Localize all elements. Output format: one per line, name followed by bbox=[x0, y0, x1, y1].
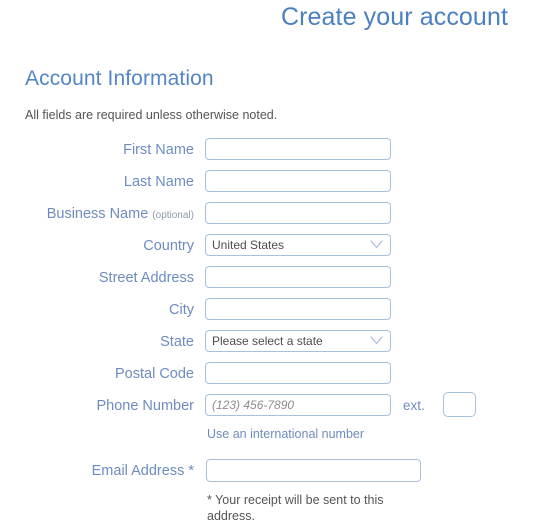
form-row-last-name: Last Name bbox=[0, 170, 550, 202]
first-name-input[interactable] bbox=[205, 138, 391, 160]
label-first-name: First Name bbox=[123, 142, 194, 158]
label-country: Country bbox=[143, 238, 194, 254]
country-select-value[interactable]: United States bbox=[205, 234, 391, 256]
state-select-value[interactable]: Please select a state bbox=[205, 330, 391, 352]
account-information-form: First Name Last Name Business Name (opti… bbox=[0, 138, 550, 523]
form-row-first-name: First Name bbox=[0, 138, 550, 170]
international-number-link[interactable]: Use an international number bbox=[207, 426, 364, 443]
label-email-address: Email Address * bbox=[91, 463, 194, 479]
label-business-name-optional: (optional) bbox=[152, 210, 194, 221]
label-business-name-text: Business Name bbox=[46, 206, 149, 222]
label-city: City bbox=[169, 302, 194, 318]
section-heading: Account Information bbox=[25, 67, 214, 90]
label-postal-code: Postal Code bbox=[115, 366, 194, 382]
form-row-phone-number: Phone Number ext. bbox=[0, 392, 550, 426]
form-row-country: Country United States bbox=[0, 234, 550, 266]
label-phone-number: Phone Number bbox=[96, 398, 194, 414]
section-note: All fields are required unless otherwise… bbox=[25, 108, 278, 122]
form-row-phone-helper: Use an international number bbox=[0, 426, 550, 458]
email-address-input[interactable] bbox=[206, 459, 421, 482]
country-select[interactable]: United States bbox=[205, 234, 391, 256]
form-row-postal-code: Postal Code bbox=[0, 362, 550, 394]
state-select[interactable]: Please select a state bbox=[205, 330, 391, 352]
city-input[interactable] bbox=[205, 298, 391, 320]
label-last-name: Last Name bbox=[123, 174, 194, 190]
form-row-email-helper: * Your receipt will be sent to this addr… bbox=[0, 488, 550, 523]
label-extension: ext. bbox=[403, 398, 425, 413]
label-street-address: Street Address bbox=[98, 270, 194, 286]
postal-code-input[interactable] bbox=[205, 362, 391, 384]
extension-input[interactable] bbox=[443, 392, 476, 417]
page-title: Create your account bbox=[280, 3, 508, 31]
last-name-input[interactable] bbox=[205, 170, 391, 192]
form-row-email-address: Email Address * bbox=[0, 458, 550, 488]
phone-number-input[interactable] bbox=[205, 394, 391, 416]
label-state: State bbox=[160, 334, 194, 350]
form-row-business-name: Business Name (optional) bbox=[0, 202, 550, 234]
street-address-input[interactable] bbox=[205, 266, 391, 288]
form-row-state: State Please select a state bbox=[0, 330, 550, 362]
business-name-input[interactable] bbox=[205, 202, 391, 224]
email-helper-note: * Your receipt will be sent to this addr… bbox=[207, 493, 384, 523]
form-row-city: City bbox=[0, 298, 550, 330]
form-row-street-address: Street Address bbox=[0, 266, 550, 298]
label-business-name: Business Name (optional) bbox=[0, 204, 194, 226]
